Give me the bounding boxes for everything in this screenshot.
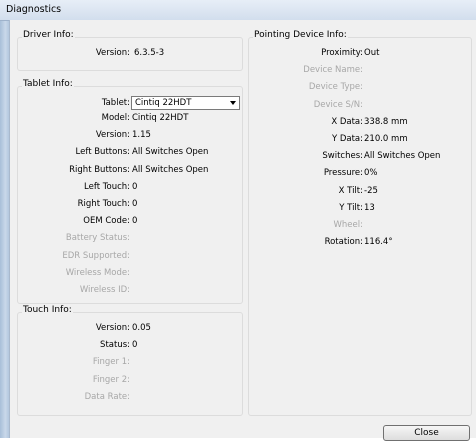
touch-info-label: Version:	[95, 323, 130, 333]
pointing-device-label: Device S/N:	[313, 99, 363, 110]
pointing-device-value: 338.8 mm	[364, 116, 408, 127]
pointing-device-row: X Tilt: -25	[0, 184, 476, 198]
pointing-device-label: Wheel:	[333, 220, 363, 230]
pointing-device-value: 210.0 mm	[364, 134, 408, 144]
window-title: Diagnostics	[6, 4, 62, 15]
touch-info-value: 0.05	[132, 323, 151, 333]
pointing-device-value: All Switches Open	[364, 151, 441, 162]
pointing-device-label: Pointing Device Info:	[253, 30, 348, 40]
pointing-device-row: Switches: All Switches Open	[0, 149, 476, 163]
tablet-info-label: Wireless ID:	[79, 285, 130, 295]
touch-info-value: 0	[132, 340, 138, 351]
tablet-info-label: Wireless Mode:	[65, 267, 130, 278]
pointing-device-row: Proximity: Out	[0, 46, 476, 60]
pointing-device-row: Device Name:	[0, 63, 476, 77]
pointing-device-row: X Data: 338.8 mm	[0, 115, 476, 129]
tablet-info-label: EDR Supported:	[62, 250, 130, 261]
pointing-device-label: Pressure:	[323, 168, 363, 179]
pointing-device-label: Y Data:	[331, 134, 363, 144]
touch-info-label: Data Rate:	[84, 391, 130, 402]
touch-info-label: Finger 1:	[92, 357, 130, 368]
pointing-device-label: Y Tilt:	[339, 202, 363, 213]
pointing-device-label: X Data:	[331, 116, 363, 127]
touch-info-label: Status:	[100, 340, 130, 351]
pointing-device-label: Device Type:	[308, 82, 363, 93]
driver-info-label: Driver Info:	[22, 30, 75, 40]
pointing-device-row: Y Tilt: 13	[0, 201, 476, 215]
touch-info-label: Touch Info:	[22, 305, 73, 315]
pointing-device-row: Rotation: 116.4°	[0, 235, 476, 249]
pointing-device-row: Pressure: 0%	[0, 166, 476, 180]
title-bar[interactable]: Diagnostics	[0, 0, 476, 21]
pointing-device-label: Device Name:	[303, 65, 363, 76]
pointing-device-label: Switches:	[322, 151, 363, 162]
touch-info-label: Finger 2:	[92, 374, 130, 385]
pointing-device-row: Wheel:	[0, 218, 476, 232]
pointing-device-value: 0%	[364, 168, 378, 179]
pointing-device-row: Device Type:	[0, 80, 476, 94]
pointing-device-label: X Tilt:	[338, 185, 363, 196]
pointing-device-value: Out	[364, 48, 380, 58]
close-button[interactable]: Close	[383, 425, 470, 441]
pointing-device-value: -25	[364, 185, 378, 196]
pointing-device-value: 116.4°	[364, 237, 393, 248]
pointing-device-row: Device S/N:	[0, 98, 476, 112]
pointing-device-label: Proximity:	[321, 48, 363, 58]
pointing-device-value: 13	[364, 202, 375, 213]
pointing-device-label: Rotation:	[324, 237, 363, 248]
pointing-device-row: Y Data: 210.0 mm	[0, 132, 476, 146]
